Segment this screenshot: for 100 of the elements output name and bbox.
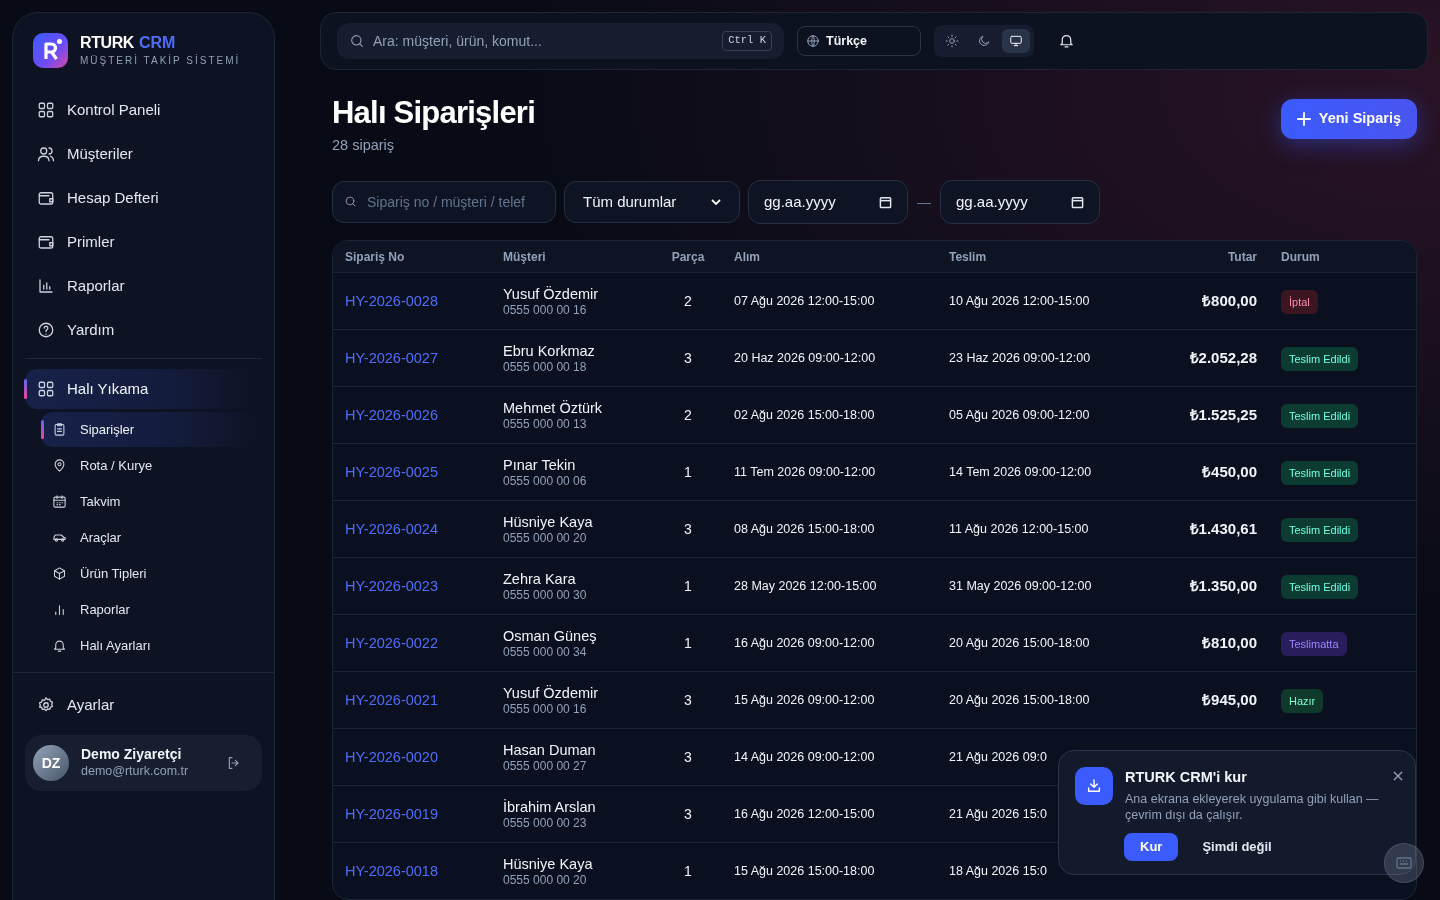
column-header: Alım	[733, 248, 761, 266]
install-button[interactable]: Kur	[1124, 832, 1179, 861]
amount-cell-text: ₺1.350,00	[1188, 576, 1257, 597]
status-badge: Teslimatta	[1281, 631, 1347, 657]
prompt-title: RTURK CRM'i kur	[1125, 768, 1247, 787]
order-link[interactable]: HY-2026-0022	[345, 632, 503, 655]
sidebar-item[interactable]: Hesap Defteri	[25, 178, 262, 218]
table-cell-text: 1	[683, 576, 693, 596]
customer-name: Hüsniye Kaya	[503, 512, 594, 531]
status-select[interactable]: Tüm durumlar	[564, 181, 740, 224]
user-name: Demo Ziyaretçi	[81, 746, 183, 764]
brand-name: RTURK	[80, 33, 134, 53]
bar-chart-icon	[52, 602, 67, 617]
dismiss-button[interactable]: Şimdi değil	[1202, 837, 1272, 857]
customer-phone: 0555 000 00 34	[503, 644, 588, 660]
order-link[interactable]: HY-2026-0020	[345, 746, 503, 769]
customer-name: Yusuf Özdemir	[503, 284, 600, 303]
clipboard-icon	[52, 422, 67, 437]
amount-cell-text: ₺1.525,25	[1188, 405, 1257, 426]
table-cell-text: 16 Ağu 2026 12:00-15:00	[734, 806, 875, 823]
status-badge: Teslim Edildi	[1281, 574, 1359, 600]
order-search-field[interactable]: Sipariş no / müşteri / telef	[332, 181, 556, 224]
settings-item[interactable]: Ayarlar	[25, 687, 262, 723]
customer-phone: 0555 000 00 27	[503, 758, 588, 774]
table-cell-text: 20 Ağu 2026 15:00-18:00	[949, 692, 1090, 709]
bell-icon	[1058, 32, 1075, 50]
sidebar-subitem[interactable]: Takvim	[41, 484, 262, 519]
sidebar-subitem[interactable]: Ürün Tipleri	[41, 556, 262, 591]
order-link[interactable]: HY-2026-0026	[345, 404, 503, 427]
table-cell-text: 3	[683, 348, 693, 368]
customer-phone: 0555 000 00 30	[503, 587, 588, 603]
status-badge: Hazır	[1281, 688, 1324, 714]
sidebar-item[interactable]: Yardım	[25, 310, 262, 350]
calendar-icon	[879, 195, 892, 209]
status-badge: Teslim Edildi	[1281, 346, 1359, 372]
order-link[interactable]: HY-2026-0028	[345, 290, 503, 313]
customer-phone: 0555 000 00 06	[503, 473, 588, 489]
table-cell-text: 3	[683, 804, 693, 824]
order-link[interactable]: HY-2026-0027	[345, 347, 503, 370]
sidebar-subitem[interactable]: Raporlar	[41, 592, 262, 627]
table-cell-text: 23 Haz 2026 09:00-12:00	[949, 350, 1091, 367]
table-cell-text: 21 Ağu 2026 09:0	[949, 749, 1047, 766]
amount-cell-text: ₺945,00	[1201, 690, 1257, 711]
sidebar-item[interactable]: Müşteriler	[25, 134, 262, 174]
sidebar-item[interactable]: Kontrol Paneli	[25, 90, 262, 130]
customer-name: Hasan Duman	[503, 740, 597, 759]
sidebar-item[interactable]: Raporlar	[25, 266, 262, 306]
table-cell-text: 31 May 2026 09:00-12:00	[949, 578, 1092, 595]
keyboard-button[interactable]	[1384, 843, 1424, 883]
table-cell-text: 1	[683, 861, 693, 881]
sidebar-subitem[interactable]: Rota / Kurye	[41, 448, 262, 483]
theme-button[interactable]	[1002, 28, 1030, 53]
new-order-button[interactable]: Yeni Sipariş	[1280, 98, 1417, 139]
table-cell-text: 18 Ağu 2026 15:0	[949, 863, 1047, 880]
settings-icon	[37, 696, 55, 714]
bell-icon	[52, 638, 67, 653]
table-cell-text: 20 Haz 2026 09:00-12:00	[734, 350, 876, 367]
table-cell-text: 20 Ağu 2026 15:00-18:00	[949, 635, 1090, 652]
monitor-icon	[1009, 33, 1023, 48]
avatar: DZ	[33, 745, 69, 781]
wallet-icon	[37, 189, 55, 207]
help-icon	[37, 321, 55, 339]
column-header: Tutar	[1226, 248, 1257, 266]
order-link[interactable]: HY-2026-0021	[345, 689, 503, 712]
order-link[interactable]: HY-2026-0018	[345, 860, 503, 883]
order-link[interactable]: HY-2026-0023	[345, 575, 503, 598]
language-select[interactable]: Türkçe	[797, 25, 921, 56]
close-icon[interactable]	[1393, 771, 1403, 781]
sidebar-subitem[interactable]: Halı Ayarları	[41, 628, 262, 663]
sidebar-subitem[interactable]: Araçlar	[41, 520, 262, 555]
table-cell-text: 07 Ağu 2026 12:00-15:00	[734, 293, 875, 310]
bar-chart-icon	[37, 277, 55, 295]
sidebar-item[interactable]: Primler	[25, 222, 262, 262]
status-badge: Teslim Edildi	[1281, 403, 1359, 429]
column-header: Parça	[670, 248, 706, 266]
download-icon	[1075, 767, 1113, 805]
customer-phone: 0555 000 00 16	[503, 302, 588, 318]
chevron-down-icon	[711, 198, 721, 206]
column-header: Sipariş No	[345, 248, 406, 266]
sun-icon	[945, 33, 959, 48]
date-to-field[interactable]: gg.aa.yyyy	[940, 180, 1100, 225]
moon-icon	[977, 33, 991, 48]
order-link[interactable]: HY-2026-0019	[345, 803, 503, 826]
page-title: Halı Siparişleri	[332, 93, 535, 132]
customer-name: Zehra Kara	[503, 569, 577, 588]
keyboard-icon	[1396, 857, 1412, 869]
customer-phone: 0555 000 00 23	[503, 815, 588, 831]
order-link[interactable]: HY-2026-0025	[345, 461, 503, 484]
column-header: Teslim	[948, 248, 988, 266]
table-cell-text: 10 Ağu 2026 12:00-15:00	[949, 293, 1090, 310]
notifications-button[interactable]	[1058, 32, 1075, 50]
plus-icon	[1296, 111, 1311, 126]
table-cell-text: 3	[683, 690, 693, 710]
table-cell-text: 11 Ağu 2026 12:00-15:00	[949, 521, 1089, 538]
status-badge: Teslim Edildi	[1281, 460, 1359, 486]
date-from-field[interactable]: gg.aa.yyyy	[748, 180, 908, 225]
dashboard-icon	[37, 101, 55, 119]
table-cell-text: 14 Ağu 2026 09:00-12:00	[734, 749, 875, 766]
table-cell-text: 3	[683, 519, 693, 539]
order-link[interactable]: HY-2026-0024	[345, 518, 503, 541]
